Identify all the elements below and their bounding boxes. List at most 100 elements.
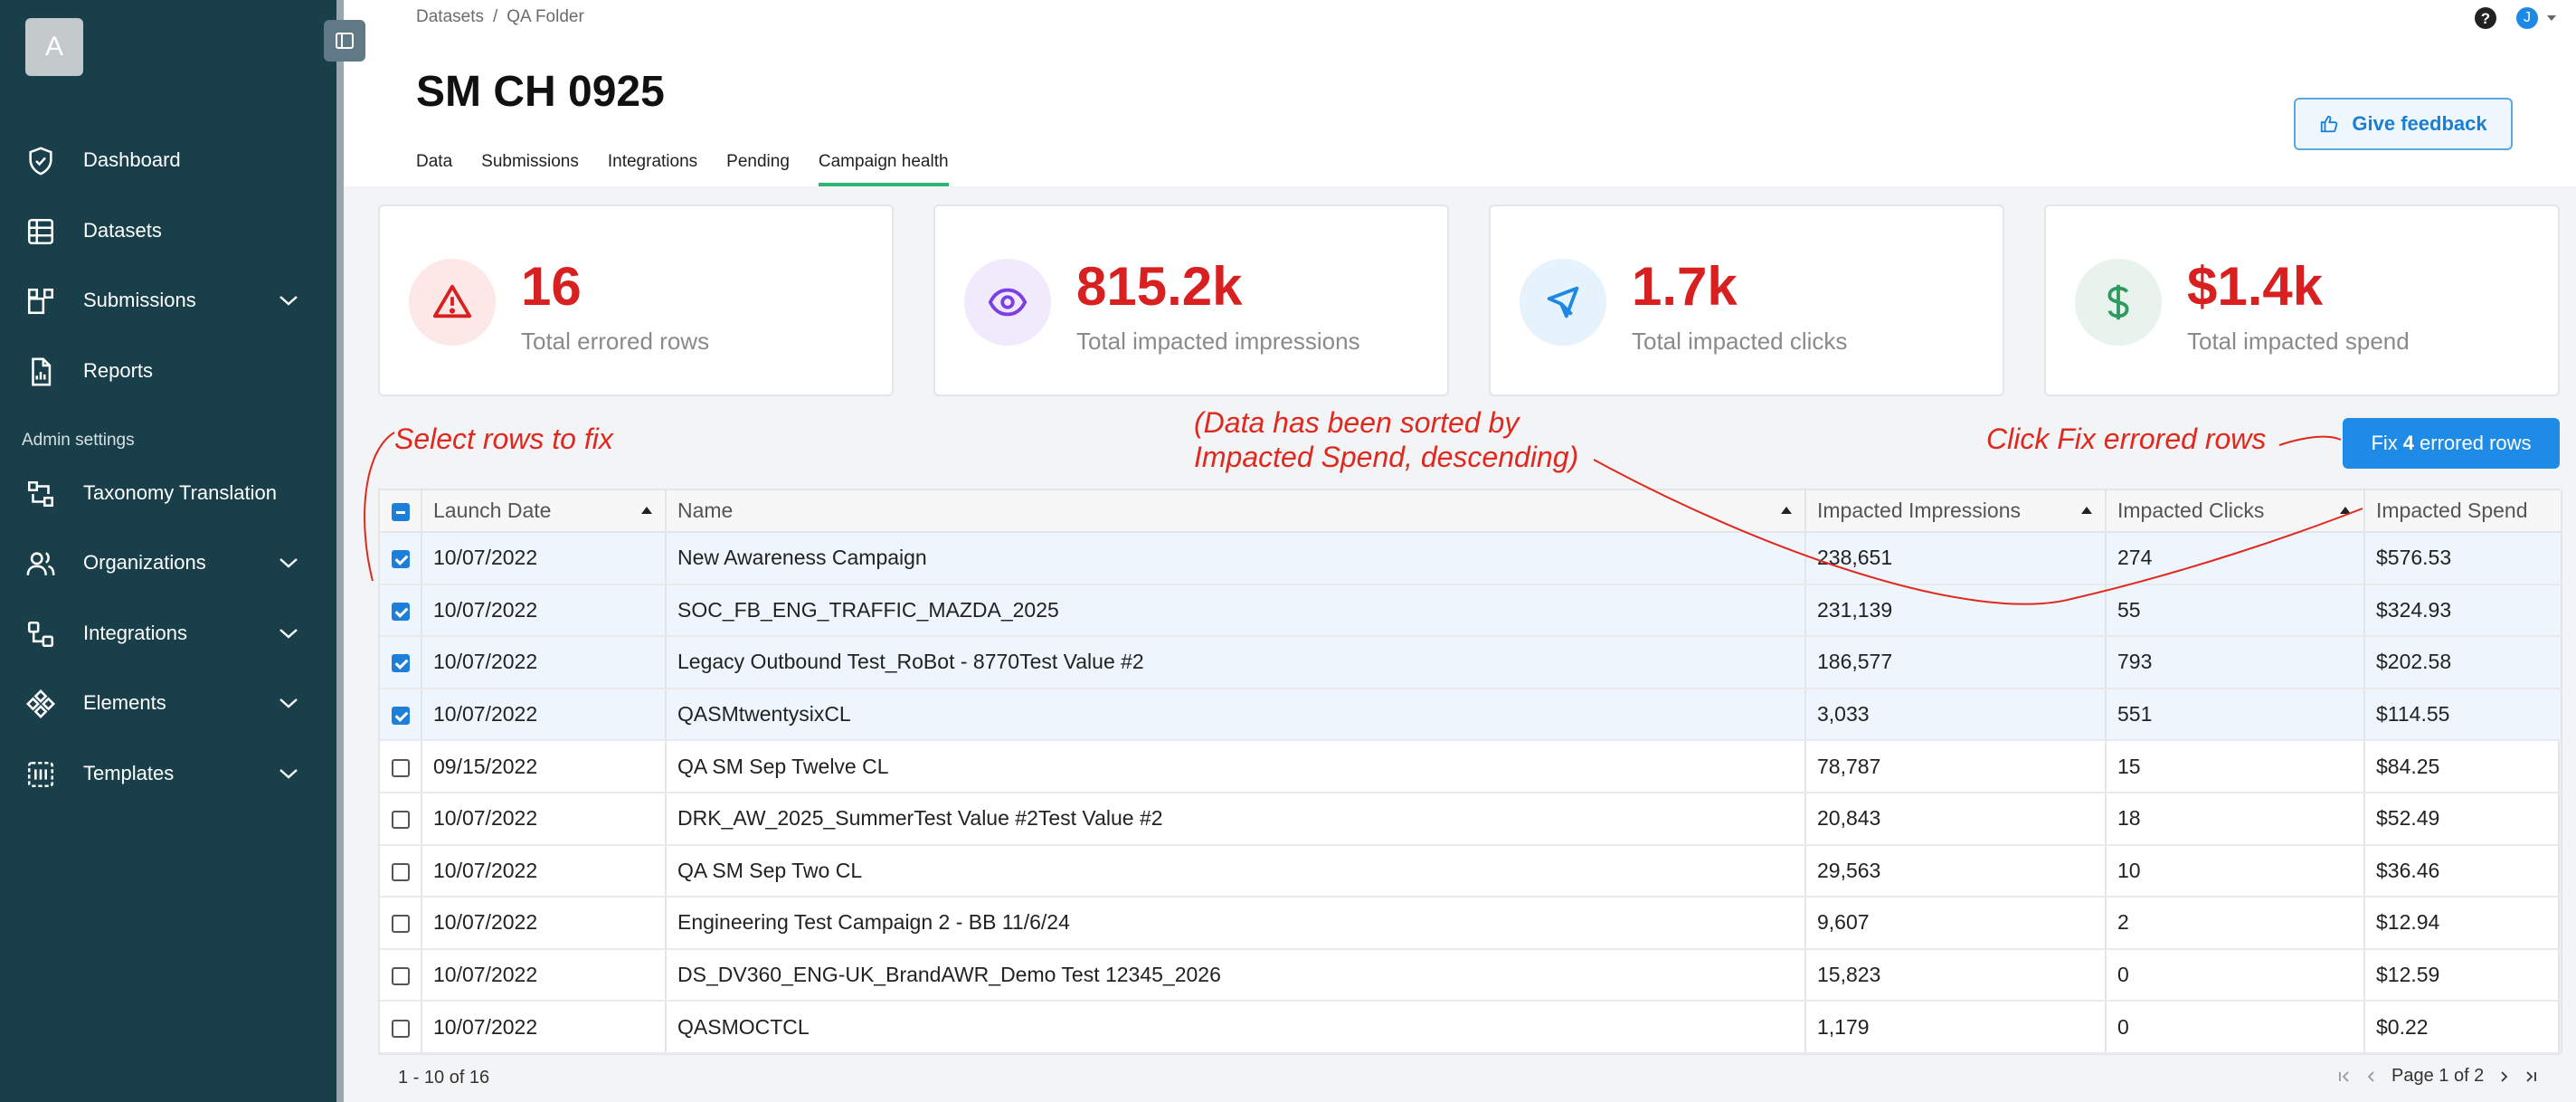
last-page-icon[interactable] [2524, 1069, 2538, 1084]
column-label: Impacted Spend [2376, 499, 2528, 522]
cell-launch-date: 10/07/2022 [421, 897, 667, 950]
row-checkbox[interactable] [391, 1019, 410, 1038]
select-all-checkbox[interactable] [391, 502, 410, 521]
row-checkbox[interactable] [391, 654, 410, 673]
cell-impressions: 1,179 [1805, 1001, 2107, 1054]
cell-clicks: 274 [2106, 532, 2365, 585]
table-row[interactable]: 10/07/2022 Legacy Outbound Test_RoBot - 8… [380, 636, 2562, 689]
give-feedback-label: Give feedback [2352, 112, 2487, 135]
cell-spend: $576.53 [2364, 532, 2562, 585]
sidebar-item-templates[interactable]: Templates [0, 746, 336, 801]
prev-page-icon[interactable] [2364, 1069, 2379, 1084]
sidebar-item-label: Integrations [83, 622, 187, 644]
row-checkbox-cell [380, 1001, 422, 1054]
sidebar-item-dashboard[interactable]: Dashboard [0, 133, 336, 187]
cell-name: Legacy Outbound Test_RoBot - 8770Test Va… [666, 636, 1806, 689]
row-checkbox[interactable] [391, 758, 410, 777]
help-icon[interactable]: ? [2473, 5, 2498, 31]
collapse-sidebar-button[interactable] [324, 20, 365, 62]
breadcrumb: Datasets / QA Folder [416, 7, 584, 27]
tab-submissions[interactable]: Submissions [481, 148, 579, 186]
sidebar-divider [336, 0, 344, 1102]
give-feedback-button[interactable]: Give feedback [2294, 98, 2513, 150]
tab-pending[interactable]: Pending [726, 148, 790, 186]
table-row[interactable]: 09/15/2022 QA SM Sep Twelve CL 78,787 15 $84… [380, 740, 2562, 793]
table-row[interactable]: 10/07/2022 Engineering Test Campaign 2 - … [380, 897, 2562, 950]
table-row[interactable]: 10/07/2022 New Awareness Campaign 238,651 2… [380, 532, 2562, 585]
chevron-down-icon[interactable] [277, 624, 300, 642]
column-header-spend[interactable]: Impacted Spend [2364, 490, 2562, 533]
stat-card-spend: $1.4k Total impacted spend [2044, 204, 2560, 396]
cell-name: QASMOCTCL [666, 1001, 1806, 1054]
table-row[interactable]: 10/07/2022 DRK_AW_2025_SummerTest Value #… [380, 792, 2562, 846]
chevron-down-icon[interactable] [277, 765, 300, 783]
column-header-clicks[interactable]: Impacted Clicks [2106, 490, 2365, 533]
chevron-down-icon[interactable] [277, 694, 300, 712]
row-checkbox-cell [380, 740, 422, 793]
sidebar-item-organizations[interactable]: Organizations [0, 536, 336, 590]
cell-spend: $202.58 [2364, 636, 2562, 689]
row-checkbox[interactable] [391, 966, 410, 985]
column-header-launch-date[interactable]: Launch Date [421, 490, 667, 533]
row-checkbox[interactable] [391, 811, 410, 830]
cell-clicks: 551 [2106, 688, 2365, 742]
first-page-icon[interactable] [2337, 1069, 2352, 1084]
table-row[interactable]: 10/07/2022 SOC_FB_ENG_TRAFFIC_MAZDA_2025 2… [380, 584, 2562, 638]
breadcrumb-separator: / [492, 7, 498, 26]
row-checkbox-cell [380, 948, 422, 1002]
sidebar-item-label: Templates [83, 762, 175, 784]
stat-icon-circle [2075, 259, 2162, 346]
table-row[interactable]: 10/07/2022 QASMtwentysixCL 3,033 551 $114.55 [380, 688, 2562, 742]
tab-integrations[interactable]: Integrations [608, 148, 697, 186]
sidebar-item-integrations[interactable]: Integrations [0, 606, 336, 660]
fix-errored-rows-button[interactable]: Fix 4 errored rows [2343, 418, 2560, 469]
next-page-icon[interactable] [2496, 1069, 2511, 1084]
column-header-impressions[interactable]: Impacted Impressions [1805, 490, 2107, 533]
app-logo[interactable]: A [25, 18, 83, 76]
row-checkbox[interactable] [391, 707, 410, 725]
eye-icon [988, 288, 1028, 317]
column-label: Name [677, 499, 734, 522]
row-checkbox[interactable] [391, 550, 410, 569]
sidebar: A Dashboard Datasets Submissions Reports… [0, 0, 340, 1102]
caret-down-icon[interactable] [2545, 13, 2558, 24]
table-row[interactable]: 10/07/2022 QASMOCTCL 1,179 0 $0.22 [380, 1001, 2562, 1054]
table-row[interactable]: 10/07/2022 DS_DV360_ENG-UK_BrandAWR_Demo … [380, 948, 2562, 1002]
cell-spend: $12.94 [2364, 897, 2562, 950]
column-header-name[interactable]: Name [666, 490, 1806, 533]
cell-clicks: 2 [2106, 897, 2365, 950]
cell-clicks: 793 [2106, 636, 2365, 689]
sort-asc-icon[interactable] [2340, 507, 2351, 514]
sort-asc-icon[interactable] [2081, 507, 2092, 514]
table-row[interactable]: 10/07/2022 QA SM Sep Two CL 29,563 10 $36.46 [380, 844, 2562, 898]
tab-campaign-health[interactable]: Campaign health [818, 148, 949, 186]
sidebar-item-submissions[interactable]: Submissions [0, 273, 336, 328]
sidebar-item-elements[interactable]: Elements [0, 676, 336, 730]
cell-impressions: 20,843 [1805, 792, 2107, 846]
sidebar-item-taxonomy-translation[interactable]: Taxonomy Translation [0, 466, 336, 520]
sort-asc-icon[interactable] [1781, 507, 1792, 514]
sidebar-item-datasets[interactable]: Datasets [0, 204, 336, 258]
sidebar-item-reports[interactable]: Reports [0, 344, 336, 398]
fix-button-prefix: Fix [2371, 432, 2398, 454]
thumbs-up-icon [2321, 115, 2338, 133]
breadcrumb-datasets[interactable]: Datasets [416, 7, 484, 27]
cell-spend: $36.46 [2364, 844, 2562, 898]
row-checkbox[interactable] [391, 915, 410, 934]
cell-clicks: 10 [2106, 844, 2365, 898]
row-checkbox-cell [380, 532, 422, 585]
cell-name: QASMtwentysixCL [666, 688, 1806, 742]
cell-impressions: 3,033 [1805, 688, 2107, 742]
chevron-down-icon[interactable] [277, 291, 300, 309]
blocks-icon [27, 288, 54, 315]
chevron-down-icon[interactable] [277, 554, 300, 572]
breadcrumb-qa-folder[interactable]: QA Folder [507, 7, 584, 27]
row-checkbox[interactable] [391, 602, 410, 621]
row-checkbox-cell [380, 688, 422, 742]
sort-asc-icon[interactable] [641, 507, 652, 514]
cell-impressions: 15,823 [1805, 948, 2107, 1002]
avatar[interactable]: J [2516, 7, 2538, 29]
tab-data[interactable]: Data [416, 148, 452, 186]
grid-icon [27, 218, 54, 245]
row-checkbox[interactable] [391, 862, 410, 881]
